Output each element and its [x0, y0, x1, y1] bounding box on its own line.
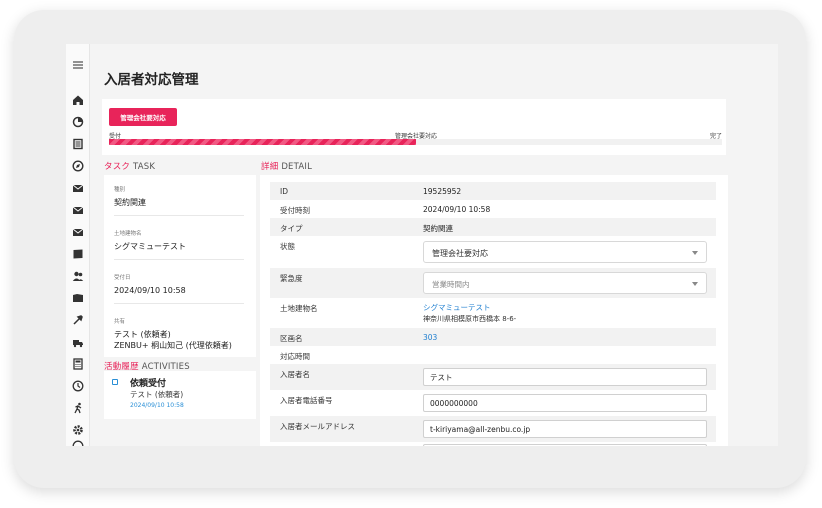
task-item-value: シグマミューテスト: [114, 242, 186, 251]
task-heading-jp: タスク: [104, 162, 131, 172]
resident-name-input[interactable]: [423, 368, 707, 386]
divider: [114, 215, 244, 216]
run-icon[interactable]: [72, 402, 84, 414]
folder-icon[interactable]: [72, 292, 84, 304]
detail-row-resident-name: 入居者名: [270, 364, 716, 390]
divider: [114, 303, 244, 304]
activity-date: 2024/09/10 10:58: [130, 402, 184, 409]
detail-row-unit: 区画名 303: [270, 328, 716, 346]
detail-label: 土地建物名: [280, 304, 318, 313]
detail-heading-en: DETAIL: [281, 162, 313, 172]
help-icon[interactable]: [72, 440, 84, 446]
app-screen: 入居者対応管理 管理会社要対応 受付 管理会社要対応 完了 タスク TASK 種…: [66, 44, 778, 446]
divider: [114, 259, 244, 260]
detail-label: ID: [280, 187, 288, 196]
state-select[interactable]: 管理会社要対応: [423, 241, 707, 263]
documents-icon[interactable]: [72, 138, 84, 150]
mail-icon[interactable]: [72, 182, 84, 194]
detail-value: 2024/09/10 10:58: [423, 205, 491, 214]
detail-section-heading: 詳細 DETAIL: [261, 160, 312, 172]
task-item-type: 種別 契約関連: [114, 185, 244, 208]
detail-label: 対応時間: [280, 352, 310, 361]
task-section-heading: タスク TASK: [104, 160, 155, 172]
detail-heading-jp: 詳細: [261, 162, 279, 172]
page-title: 入居者対応管理: [104, 72, 199, 88]
detail-card: ID 19525952 受付時刻 2024/09/10 10:58 タイプ 契約…: [260, 175, 728, 446]
task-item-label: 共有: [114, 319, 126, 325]
chevron-down-icon: [692, 251, 698, 255]
task-item-value: 契約関連: [114, 198, 146, 207]
detail-label: 入居者名: [280, 370, 310, 379]
activity-item[interactable]: 依頼受付 テスト (依頼者) 2024/09/10 10:58: [104, 371, 256, 419]
task-card: 種別 契約関連 土地建物名 シグマミューテスト 受付日 2024/09/10 1…: [104, 175, 256, 357]
message-icon[interactable]: [72, 226, 84, 238]
detail-row-resident-phone: 入居者電話番号: [270, 390, 716, 416]
progress-track: [109, 139, 722, 145]
building-address: 神奈川県相模原市西橋本 8-6-: [423, 315, 517, 323]
task-item-value: 2024/09/10 10:58: [114, 286, 186, 295]
task-item-value-2: ZENBU+ 桐山知己 (代理依頼者): [114, 341, 232, 350]
detail-label: タイプ: [280, 224, 303, 233]
resident-email-input[interactable]: [423, 420, 707, 438]
detail-row-id: ID 19525952: [270, 182, 716, 200]
activity-title: 依頼受付: [130, 379, 167, 389]
users-icon[interactable]: [72, 270, 84, 282]
main-content: 入居者対応管理 管理会社要対応 受付 管理会社要対応 完了 タスク TASK 種…: [94, 59, 734, 446]
clock-icon[interactable]: [72, 380, 84, 392]
task-item-label: 受付日: [114, 275, 131, 281]
urgency-select-placeholder: 営業時間内: [432, 280, 470, 289]
resident-phone-input[interactable]: [423, 394, 707, 412]
status-progress-card: 管理会社要対応 受付 管理会社要対応 完了: [102, 99, 726, 155]
tools-icon[interactable]: [72, 314, 84, 326]
detail-row-building: 土地建物名 シグマミューテスト 神奈川県相模原市西橋本 8-6-: [270, 298, 716, 328]
task-item-value: テスト (依頼者): [114, 330, 171, 339]
home-icon[interactable]: [72, 94, 84, 106]
truck-icon[interactable]: [72, 336, 84, 348]
current-status-button[interactable]: 管理会社要対応: [109, 108, 177, 126]
task-item-label: 土地建物名: [114, 231, 142, 237]
inbox-icon[interactable]: [72, 204, 84, 216]
task-heading-en: TASK: [133, 162, 156, 172]
task-item-label: 種別: [114, 187, 126, 193]
detail-row-resident-email: 入居者メールアドレス: [270, 416, 716, 442]
calculator-icon[interactable]: [72, 358, 84, 370]
detail-row-response-time: 対応時間: [270, 346, 716, 364]
detail-label: 入居者メールアドレス: [280, 422, 355, 431]
progress-fill: [109, 139, 416, 145]
detail-row-received-at: 受付時刻 2024/09/10 10:58: [270, 200, 716, 218]
detail-label: 区画名: [280, 334, 303, 343]
chart-icon[interactable]: [72, 116, 84, 128]
chevron-down-icon: [692, 282, 698, 286]
next-field-input[interactable]: [423, 444, 707, 446]
detail-row-urgency: 緊急度 営業時間内: [270, 268, 716, 298]
task-item-building: 土地建物名 シグマミューテスト: [114, 229, 244, 252]
book-icon[interactable]: [72, 248, 84, 260]
unit-link[interactable]: 303: [423, 333, 437, 342]
activity-actor: テスト (依頼者): [130, 390, 184, 399]
task-item-shared: 共有 テスト (依頼者) ZENBU+ 桐山知己 (代理依頼者): [114, 317, 244, 351]
urgency-select[interactable]: 営業時間内: [423, 272, 707, 294]
task-item-received-date: 受付日 2024/09/10 10:58: [114, 273, 244, 296]
detail-label: 緊急度: [280, 274, 303, 283]
compass-icon[interactable]: [72, 160, 84, 172]
activity-marker-icon: [112, 379, 118, 385]
menu-icon[interactable]: [72, 59, 84, 71]
gear-icon[interactable]: [72, 424, 84, 436]
sidebar-rail: [66, 44, 90, 446]
detail-value: 契約関連: [423, 224, 453, 233]
detail-value: 19525952: [423, 187, 462, 196]
detail-row-state: 状態 管理会社要対応: [270, 236, 716, 268]
detail-label: 入居者電話番号: [280, 396, 333, 405]
state-select-value: 管理会社要対応: [432, 249, 488, 258]
detail-row-type: タイプ 契約関連: [270, 218, 716, 236]
detail-label: 受付時刻: [280, 206, 310, 215]
detail-row-next: [270, 442, 716, 446]
detail-label: 状態: [280, 242, 295, 251]
building-link[interactable]: シグマミューテスト: [423, 302, 491, 313]
